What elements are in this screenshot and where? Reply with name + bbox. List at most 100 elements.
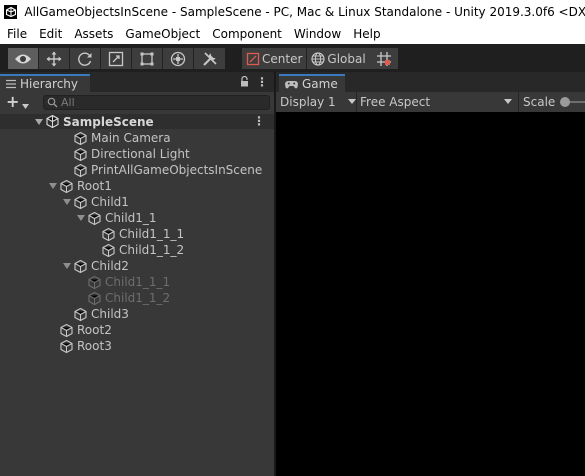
display-dropdown-value: Display 1 bbox=[280, 95, 336, 109]
hierarchy-item-label: Child3 bbox=[91, 307, 129, 321]
rect-tool-button[interactable] bbox=[132, 48, 163, 69]
scale-tool-button[interactable] bbox=[101, 48, 132, 69]
gameobject-cube-icon bbox=[88, 291, 102, 305]
hierarchy-item-label: Child1 bbox=[91, 195, 129, 209]
scale-icon bbox=[108, 51, 124, 66]
gameobject-cube-icon bbox=[88, 211, 102, 225]
pivot-rotation-button[interactable]: Global bbox=[306, 48, 370, 69]
hierarchy-item[interactable]: Child1_1 bbox=[0, 210, 274, 226]
rect-icon bbox=[140, 52, 154, 65]
menu-edit[interactable]: Edit bbox=[33, 24, 68, 44]
gameobject-cube-icon bbox=[74, 307, 88, 321]
hierarchy-item-label: Child1_1_1 bbox=[119, 227, 185, 241]
hierarchy-item[interactable]: Directional Light bbox=[0, 146, 274, 162]
menu-assets[interactable]: Assets bbox=[68, 24, 119, 44]
snap-group bbox=[370, 48, 398, 69]
search-field[interactable] bbox=[43, 95, 270, 110]
fold-open-arrow-icon[interactable] bbox=[48, 178, 58, 194]
dropdown-arrow-icon bbox=[504, 99, 512, 104]
hierarchy-item-label: Root3 bbox=[77, 339, 112, 353]
menu-gameobject[interactable]: GameObject bbox=[119, 24, 206, 44]
pivot-mode-button[interactable]: Center bbox=[242, 48, 307, 69]
menu-component[interactable]: Component bbox=[206, 24, 288, 44]
game-toolbar: Display 1 Free Aspect Scale bbox=[276, 92, 585, 112]
transform-tools bbox=[8, 48, 225, 69]
main-toolbar: Center Global bbox=[0, 44, 585, 72]
rotate-icon bbox=[78, 52, 92, 66]
list-icon bbox=[6, 79, 16, 89]
pivot-toggles: Center Global bbox=[242, 48, 370, 69]
game-view[interactable] bbox=[276, 112, 585, 476]
hierarchy-item[interactable]: Child1 bbox=[0, 194, 274, 210]
grid-snap-button[interactable] bbox=[370, 48, 398, 69]
move-tool-button[interactable] bbox=[39, 48, 70, 69]
custom-tool-button[interactable] bbox=[194, 48, 225, 69]
hierarchy-item[interactable]: Root1 bbox=[0, 178, 274, 194]
fold-open-arrow-icon[interactable] bbox=[62, 194, 72, 210]
tab-game[interactable]: Game bbox=[279, 74, 345, 92]
pivot-rotation-label: Global bbox=[327, 51, 366, 66]
center-pivot-icon bbox=[246, 52, 260, 65]
gameobject-cube-icon bbox=[60, 339, 74, 353]
hierarchy-item-label: PrintAllGameObjectsInScene bbox=[91, 163, 263, 177]
globe-icon bbox=[311, 51, 325, 66]
menu-file[interactable]: File bbox=[0, 24, 33, 44]
hierarchy-item[interactable]: Main Camera bbox=[0, 130, 274, 146]
window-title: AllGameObjectsInScene - SampleScene - PC… bbox=[24, 5, 585, 19]
game-tab-bar: Game bbox=[276, 72, 585, 92]
menu-bar: File Edit Assets GameObject Component Wi… bbox=[0, 24, 585, 44]
hierarchy-item[interactable]: Root2 bbox=[0, 322, 274, 338]
fold-open-arrow-icon[interactable] bbox=[62, 258, 72, 274]
hierarchy-item[interactable]: Child1_1_2 bbox=[0, 290, 274, 306]
unity-logo-icon bbox=[4, 5, 18, 19]
scale-label: Scale bbox=[523, 95, 556, 109]
lock-icon[interactable] bbox=[240, 75, 249, 90]
hierarchy-item[interactable]: Child2 bbox=[0, 258, 274, 274]
scene-name: SampleScene bbox=[63, 114, 154, 129]
hierarchy-item-label: Child1_1_2 bbox=[105, 291, 171, 305]
tools-icon bbox=[202, 51, 217, 66]
rotate-tool-button[interactable] bbox=[70, 48, 101, 69]
tab-hierarchy[interactable]: Hierarchy bbox=[0, 74, 90, 92]
scene-row[interactable]: SampleScene ⋮ bbox=[0, 114, 274, 129]
window-title-bar: AllGameObjectsInScene - SampleScene - PC… bbox=[0, 0, 585, 24]
tab-hierarchy-label: Hierarchy bbox=[20, 77, 79, 91]
menu-help[interactable]: Help bbox=[347, 24, 386, 44]
tab-game-label: Game bbox=[302, 77, 338, 91]
fold-open-arrow-icon[interactable] bbox=[34, 114, 44, 130]
eye-icon bbox=[15, 54, 31, 63]
scale-slider-thumb[interactable] bbox=[560, 97, 570, 107]
hierarchy-item[interactable]: Child3 bbox=[0, 306, 274, 322]
create-button[interactable]: + bbox=[6, 94, 19, 110]
hierarchy-item[interactable]: Root3 bbox=[0, 338, 274, 354]
aspect-dropdown[interactable]: Free Aspect bbox=[360, 92, 516, 112]
more-options-icon[interactable]: ⋮ bbox=[256, 75, 268, 89]
fold-open-arrow-icon[interactable] bbox=[76, 210, 86, 226]
hierarchy-item[interactable]: Child1_1_2 bbox=[0, 242, 274, 258]
gameobject-cube-icon bbox=[74, 147, 88, 161]
search-input[interactable] bbox=[61, 96, 261, 109]
hierarchy-item-label: Root2 bbox=[77, 323, 112, 337]
gameobject-cube-icon bbox=[74, 259, 88, 273]
transform-tool-button[interactable] bbox=[163, 48, 194, 69]
grid-snap-icon bbox=[377, 51, 391, 66]
display-dropdown[interactable]: Display 1 bbox=[280, 92, 356, 112]
toolbar-divider bbox=[356, 92, 357, 112]
view-tool-button[interactable] bbox=[8, 48, 39, 69]
scene-options-icon[interactable]: ⋮ bbox=[253, 114, 265, 128]
hierarchy-tab-bar: Hierarchy ⋮ bbox=[0, 72, 274, 92]
hierarchy-item[interactable]: PrintAllGameObjectsInScene bbox=[0, 162, 274, 178]
gameobject-cube-icon bbox=[60, 323, 74, 337]
pivot-mode-label: Center bbox=[262, 51, 303, 66]
hierarchy-panel: Hierarchy ⋮ + SampleScene ⋮ bbox=[0, 72, 274, 476]
hierarchy-item[interactable]: Child1_1_1 bbox=[0, 226, 274, 242]
hierarchy-item[interactable]: Child1_1_1 bbox=[0, 274, 274, 290]
gamepad-icon bbox=[285, 80, 298, 88]
create-dropdown-arrow-icon[interactable] bbox=[22, 98, 29, 112]
hierarchy-item-label: Child1_1_1 bbox=[105, 275, 171, 289]
menu-window[interactable]: Window bbox=[288, 24, 347, 44]
